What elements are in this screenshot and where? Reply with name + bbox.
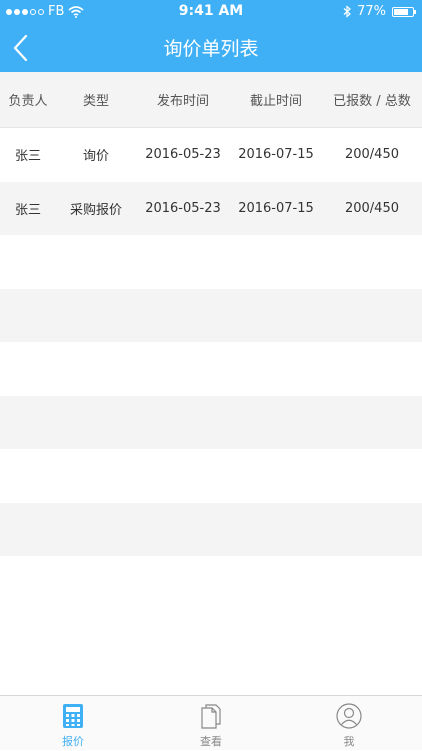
cell-type: 采购报价 (69, 202, 122, 218)
cell-publish-time: 2016-05-23 (145, 147, 221, 163)
header-publish-time: 发布时间 (156, 94, 209, 109)
cell-deadline: 2016-07-15 (238, 147, 314, 163)
tab-quote[interactable]: 报价 (3, 696, 143, 751)
table-header: 负责人 类型 发布时间 截止时间 已报数 / 总数 (0, 72, 422, 128)
header-quote-count: 已报数 / 总数 (333, 94, 411, 109)
empty-row (0, 288, 422, 342)
cell-quote-count: 200/450 (344, 200, 399, 216)
empty-row (0, 342, 422, 396)
cell-publish-time: 2016-05-23 (145, 200, 221, 216)
tab-me[interactable]: 我 (279, 696, 419, 751)
table-row[interactable]: 张三 采购报价 2016-05-23 2016-07-15 200/450 (0, 181, 422, 235)
user-icon (336, 703, 362, 729)
cell-owner: 张三 (14, 202, 41, 218)
bluetooth-icon (343, 5, 352, 18)
tab-bar: 报价 查看 我 (0, 695, 422, 750)
header-owner: 负责人 (8, 94, 48, 109)
empty-row (0, 449, 422, 503)
tab-label: 我 (343, 735, 355, 748)
cell-deadline: 2016-07-15 (238, 200, 314, 216)
header-deadline: 截止时间 (249, 94, 302, 109)
battery-icon (392, 6, 416, 17)
tab-view[interactable]: 查看 (141, 696, 281, 751)
empty-row (0, 395, 422, 449)
nav-bar: 询价单列表 (0, 24, 422, 72)
table-row[interactable]: 张三 询价 2016-05-23 2016-07-15 200/450 (0, 128, 422, 182)
header-type: 类型 (82, 94, 109, 109)
tab-label: 查看 (200, 735, 222, 748)
cell-quote-count: 200/450 (344, 147, 399, 163)
tab-label: 报价 (62, 735, 84, 748)
status-bar: FB 9:41 AM 77% (0, 0, 422, 24)
battery-percent: 77% (357, 4, 386, 19)
status-right: 77% (343, 4, 416, 19)
empty-row (0, 502, 422, 556)
table-body: 张三 询价 2016-05-23 2016-07-15 200/450 张三 采… (0, 128, 422, 556)
document-icon (201, 704, 221, 729)
cell-type: 询价 (82, 149, 109, 165)
empty-row (0, 235, 422, 289)
top-bar: FB 9:41 AM 77% 询价单列表 (0, 0, 422, 72)
battery-fill (394, 8, 408, 15)
calculator-icon (63, 704, 83, 728)
cell-owner: 张三 (14, 149, 41, 165)
page-title: 询价单列表 (163, 38, 259, 60)
